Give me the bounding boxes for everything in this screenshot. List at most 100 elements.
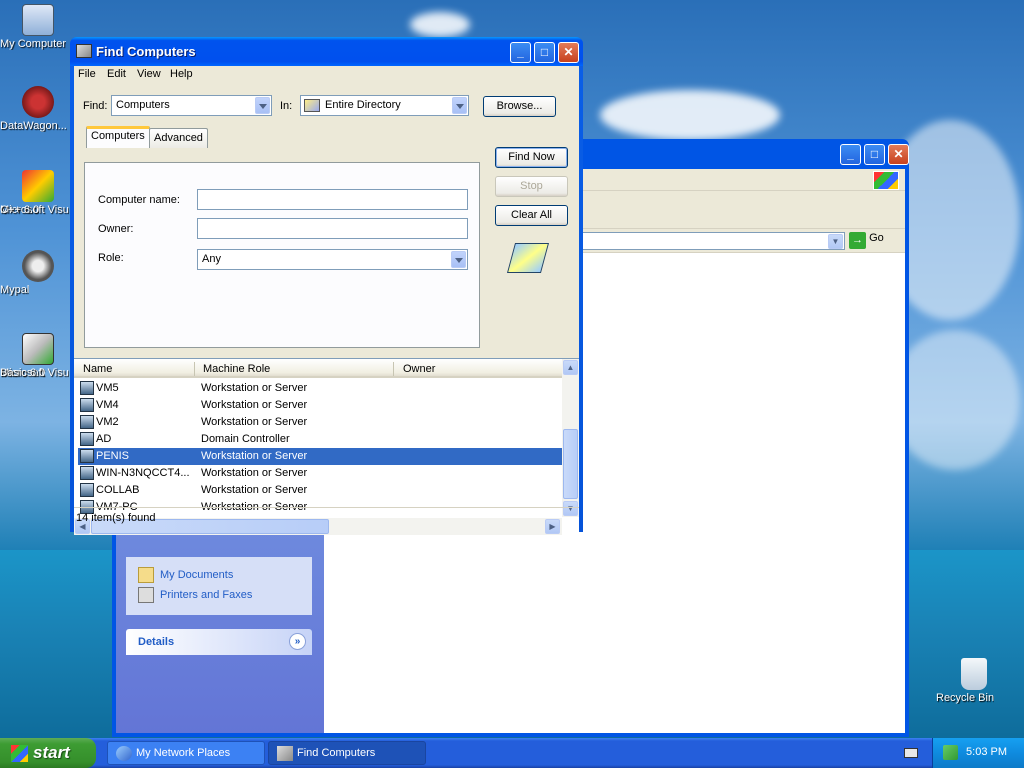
search-animation-icon (506, 243, 550, 273)
desktop-icon-label: DataWagon... (0, 120, 67, 132)
desktop-icon-visual-cpp[interactable]: Microsoft Visu C++ 6.0 (0, 170, 76, 216)
desktop-icon-mypal[interactable]: Mypal (0, 250, 76, 296)
details-label: Details (138, 636, 175, 648)
find-computers-icon (76, 44, 92, 58)
system-tray: 5:03 PM (932, 738, 1024, 768)
computer-icon (22, 4, 54, 36)
taskbar-button-find-computers[interactable]: Find Computers (268, 741, 426, 765)
start-button[interactable]: start (0, 738, 96, 768)
chevron-down-icon[interactable] (451, 251, 466, 268)
computer-name-cell: COLLAB (96, 484, 140, 496)
close-button[interactable]: ✕ (558, 42, 579, 63)
machine-role-cell: Workstation or Server (201, 382, 308, 394)
details-panel-header[interactable]: Details » (126, 629, 312, 655)
table-row[interactable]: COLLAB Workstation or Server (78, 482, 562, 499)
table-row[interactable]: VM2 Workstation or Server (78, 414, 562, 431)
task-link-label: My Documents (160, 569, 234, 581)
scroll-up-icon[interactable]: ▲ (563, 360, 578, 375)
menu-file[interactable]: File (78, 68, 96, 80)
desktop-icon-visual-basic[interactable]: Microsoft Visu Basic 6.0 (0, 333, 76, 379)
desktop-icon-datawagon[interactable]: DataWagon... (0, 86, 76, 132)
owner-label: Owner: (98, 223, 134, 235)
minimize-button[interactable]: _ (840, 144, 861, 165)
machine-role-cell: Workstation or Server (201, 416, 308, 428)
computer-icon (80, 381, 94, 395)
browse-button[interactable]: Browse... (483, 96, 556, 117)
computers-tab-panel: Computer name: Owner: Role: Any (84, 162, 480, 348)
table-row[interactable]: PENIS Workstation or Server (78, 448, 562, 465)
computer-name-cell: PENIS (96, 450, 130, 462)
column-header-name[interactable]: Name (83, 363, 112, 375)
table-row[interactable]: VM5 Workstation or Server (78, 380, 562, 397)
menubar: File Edit View Help (74, 66, 579, 84)
menu-help[interactable]: Help (170, 68, 193, 80)
window-title: Find Computers (96, 44, 196, 59)
in-label: In: (280, 100, 293, 112)
role-select[interactable]: Any (197, 249, 468, 270)
status-bar: 14 item(s) found (74, 507, 579, 528)
desktop-icon-recycle-bin[interactable]: Recycle Bin (936, 658, 1012, 704)
datawagon-icon (22, 86, 54, 118)
vertical-scrollbar[interactable]: ▲ ▼ (562, 359, 579, 517)
table-row[interactable]: VM4 Workstation or Server (78, 397, 562, 414)
computer-name-cell: AD (96, 433, 112, 445)
taskbar-button-network-places[interactable]: My Network Places (107, 741, 265, 765)
status-text: 14 item(s) found (76, 512, 156, 524)
table-row[interactable]: WIN-N3NQCCT4... Workstation or Server (78, 465, 562, 482)
go-button[interactable]: → Go (849, 232, 899, 250)
menu-edit[interactable]: Edit (107, 68, 126, 80)
machine-role-cell: Workstation or Server (201, 484, 308, 496)
find-type-select[interactable]: Computers (111, 95, 272, 116)
desktop-icon-label: C++ 6.0 (0, 204, 40, 216)
desktop-icon-label: Recycle Bin (936, 692, 995, 704)
minimize-button[interactable]: _ (510, 42, 531, 63)
menu-view[interactable]: View (137, 68, 161, 80)
column-divider[interactable] (393, 362, 394, 376)
keyboard-icon[interactable] (904, 748, 918, 758)
table-row[interactable]: AD Domain Controller (78, 431, 562, 448)
machine-role-cell: Workstation or Server (201, 467, 308, 479)
go-arrow-icon: → (849, 232, 866, 249)
maximize-button[interactable]: □ (864, 144, 885, 165)
directory-icon (304, 99, 320, 112)
find-label: Find: (83, 100, 108, 112)
machine-role-cell: Workstation or Server (201, 450, 308, 462)
task-link-my-documents[interactable]: My Documents (126, 565, 312, 585)
cloud (600, 90, 780, 140)
start-label: start (33, 743, 70, 762)
close-button[interactable]: ✕ (888, 144, 909, 165)
find-computers-window[interactable]: Find Computers _ □ ✕ File Edit View Help… (70, 37, 583, 535)
computer-icon (80, 415, 94, 429)
column-header-owner[interactable]: Owner (403, 363, 435, 375)
maximize-button[interactable]: □ (534, 42, 555, 63)
tab-advanced[interactable]: Advanced (149, 128, 208, 148)
find-titlebar[interactable]: Find Computers _ □ ✕ (70, 37, 583, 66)
search-location-value: Entire Directory (325, 99, 401, 111)
search-location-select[interactable]: Entire Directory (300, 95, 469, 116)
tab-computers[interactable]: Computers (86, 126, 150, 148)
owner-field[interactable] (197, 218, 468, 239)
raccoon-icon (22, 250, 54, 282)
computer-icon (80, 483, 94, 497)
chevron-down-icon[interactable] (255, 97, 270, 114)
clear-all-button[interactable]: Clear All (495, 205, 568, 226)
task-link-label: Printers and Faxes (160, 589, 253, 601)
printer-icon (138, 587, 154, 603)
chevron-down-icon[interactable]: » (289, 633, 306, 650)
chevron-down-icon[interactable]: ▼ (828, 234, 843, 249)
network-tray-icon[interactable] (943, 745, 958, 760)
stop-button[interactable]: Stop (495, 176, 568, 197)
chevron-down-icon[interactable] (452, 97, 467, 114)
task-link-printers[interactable]: Printers and Faxes (126, 585, 312, 605)
find-now-button[interactable]: Find Now (495, 147, 568, 168)
computer-name-cell: VM5 (96, 382, 119, 394)
scroll-thumb[interactable] (563, 429, 578, 499)
computer-name-cell: VM4 (96, 399, 119, 411)
clock[interactable]: 5:03 PM (966, 746, 1007, 758)
desktop-icon-my-computer[interactable]: My Computer (0, 4, 76, 50)
network-places-icon (116, 746, 132, 761)
column-header-role[interactable]: Machine Role (203, 363, 270, 375)
computer-icon (80, 466, 94, 480)
computer-name-field[interactable] (197, 189, 468, 210)
column-divider[interactable] (194, 362, 195, 376)
